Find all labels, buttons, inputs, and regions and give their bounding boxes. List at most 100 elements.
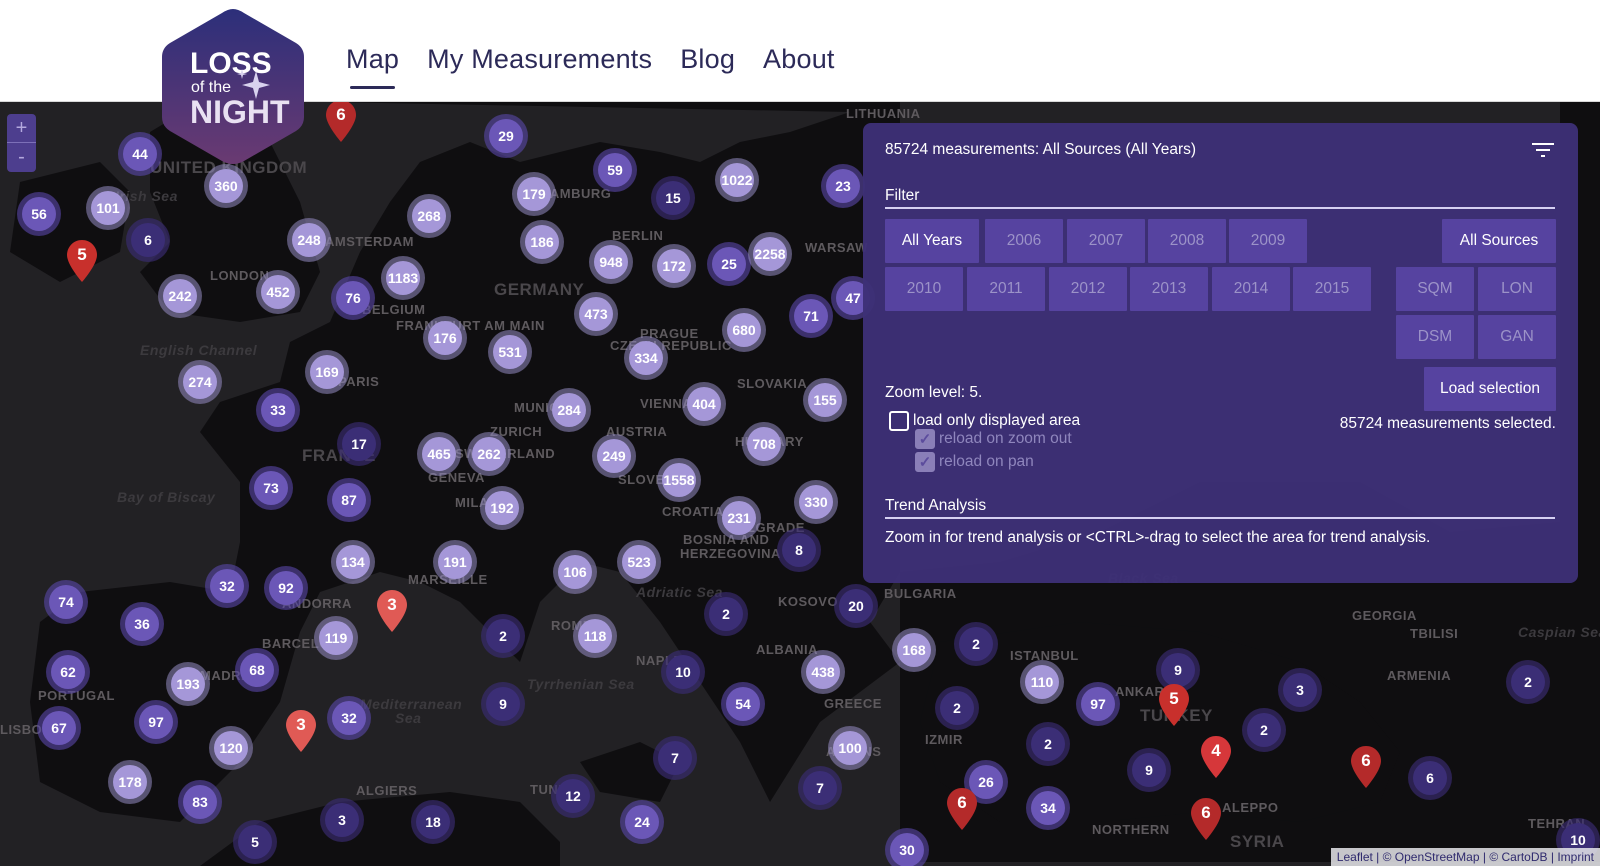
cluster-marker[interactable]: 192 xyxy=(480,486,524,530)
cluster-marker[interactable]: 32 xyxy=(205,564,249,608)
cluster-marker[interactable]: 67 xyxy=(37,706,81,750)
nav-about[interactable]: About xyxy=(763,44,835,75)
cluster-marker[interactable]: 334 xyxy=(624,336,668,380)
cluster-marker[interactable]: 24 xyxy=(620,800,664,844)
cluster-marker[interactable]: 155 xyxy=(803,378,847,422)
cluster-marker[interactable]: 8 xyxy=(777,528,821,572)
cluster-marker[interactable]: 32 xyxy=(327,696,371,740)
cluster-marker[interactable]: 9 xyxy=(1127,748,1171,792)
cluster-marker[interactable]: 2258 xyxy=(748,232,792,276)
cluster-marker[interactable]: 25 xyxy=(707,242,751,286)
cluster-marker[interactable]: 531 xyxy=(488,330,532,374)
measurement-pin[interactable]: 4 xyxy=(1201,736,1231,778)
cluster-marker[interactable]: 248 xyxy=(287,218,331,262)
cluster-marker[interactable]: 284 xyxy=(547,388,591,432)
cluster-marker[interactable]: 465 xyxy=(417,432,461,476)
cluster-marker[interactable]: 708 xyxy=(742,422,786,466)
source-button-dsm[interactable]: DSM xyxy=(1396,315,1474,359)
cartodb-link[interactable]: © CartoDB xyxy=(1489,850,1547,864)
measurement-pin[interactable]: 5 xyxy=(1159,684,1189,726)
cluster-marker[interactable]: 2 xyxy=(1506,660,1550,704)
cluster-marker[interactable]: 6 xyxy=(126,218,170,262)
load-displayed-area-option[interactable]: load only displayed area xyxy=(889,411,1080,431)
cluster-marker[interactable]: 231 xyxy=(717,496,761,540)
cluster-marker[interactable]: 262 xyxy=(467,432,511,476)
cluster-marker[interactable]: 2 xyxy=(1026,722,1070,766)
cluster-marker[interactable]: 680 xyxy=(722,308,766,352)
year-button-2013[interactable]: 2013 xyxy=(1130,267,1208,311)
cluster-marker[interactable]: 1022 xyxy=(715,158,759,202)
cluster-marker[interactable]: 15 xyxy=(651,176,695,220)
cluster-marker[interactable]: 452 xyxy=(256,270,300,314)
cluster-marker[interactable]: 3 xyxy=(1278,668,1322,712)
cluster-marker[interactable]: 23 xyxy=(821,164,865,208)
nav-blog[interactable]: Blog xyxy=(680,44,735,75)
cluster-marker[interactable]: 54 xyxy=(721,682,765,726)
cluster-marker[interactable]: 12 xyxy=(551,774,595,818)
cluster-marker[interactable]: 97 xyxy=(134,700,178,744)
cluster-marker[interactable]: 438 xyxy=(801,650,845,694)
cluster-marker[interactable]: 33 xyxy=(256,388,300,432)
cluster-marker[interactable]: 83 xyxy=(178,780,222,824)
cluster-marker[interactable]: 73 xyxy=(249,466,293,510)
cluster-marker[interactable]: 172 xyxy=(652,244,696,288)
cluster-marker[interactable]: 134 xyxy=(331,540,375,584)
year-button-2012[interactable]: 2012 xyxy=(1049,267,1127,311)
cluster-marker[interactable]: 71 xyxy=(789,294,833,338)
cluster-marker[interactable]: 2 xyxy=(481,614,525,658)
leaflet-link[interactable]: Leaflet xyxy=(1337,850,1373,864)
cluster-marker[interactable]: 7 xyxy=(653,736,697,780)
nav-map[interactable]: Map xyxy=(346,44,399,89)
year-button-2006[interactable]: 2006 xyxy=(985,219,1063,263)
cluster-marker[interactable]: 274 xyxy=(178,360,222,404)
cluster-marker[interactable]: 249 xyxy=(592,434,636,478)
cluster-marker[interactable]: 76 xyxy=(331,276,375,320)
cluster-marker[interactable]: 242 xyxy=(158,274,202,318)
logo[interactable]: LOSS of the NIGHT xyxy=(160,7,306,167)
year-button-2009[interactable]: 2009 xyxy=(1229,219,1307,263)
filter-icon[interactable] xyxy=(1532,142,1554,158)
cluster-marker[interactable]: 59 xyxy=(593,148,637,192)
cluster-marker[interactable]: 9 xyxy=(481,682,525,726)
cluster-marker[interactable]: 17 xyxy=(337,422,381,466)
source-button-gan[interactable]: GAN xyxy=(1478,315,1556,359)
measurement-pin[interactable]: 5 xyxy=(67,240,97,282)
cluster-marker[interactable]: 97 xyxy=(1076,682,1120,726)
cluster-marker[interactable]: 360 xyxy=(204,164,248,208)
measurement-pin[interactable]: 3 xyxy=(286,710,316,752)
year-button-2010[interactable]: 2010 xyxy=(885,267,963,311)
year-button-all[interactable]: All Years xyxy=(885,219,979,263)
cluster-marker[interactable]: 523 xyxy=(617,540,661,584)
zoom-in-button[interactable]: + xyxy=(7,114,36,143)
cluster-marker[interactable]: 106 xyxy=(553,550,597,594)
zoom-out-button[interactable]: - xyxy=(7,143,36,172)
cluster-marker[interactable]: 110 xyxy=(1020,660,1064,704)
cluster-marker[interactable]: 268 xyxy=(407,194,451,238)
cluster-marker[interactable]: 74 xyxy=(44,580,88,624)
measurement-pin[interactable]: 6 xyxy=(326,102,356,142)
nav-my-measurements[interactable]: My Measurements xyxy=(427,44,652,75)
cluster-marker[interactable]: 36 xyxy=(120,602,164,646)
cluster-marker[interactable]: 100 xyxy=(828,726,872,770)
measurement-pin[interactable]: 6 xyxy=(947,788,977,830)
cluster-marker[interactable]: 3 xyxy=(320,798,364,842)
source-button-sqm[interactable]: SQM xyxy=(1396,267,1474,311)
imprint-link[interactable]: Imprint xyxy=(1557,850,1594,864)
cluster-marker[interactable]: 2 xyxy=(935,686,979,730)
cluster-marker[interactable]: 186 xyxy=(520,220,564,264)
year-button-2011[interactable]: 2011 xyxy=(967,267,1045,311)
cluster-marker[interactable]: 119 xyxy=(314,616,358,660)
cluster-marker[interactable]: 178 xyxy=(108,760,152,804)
cluster-marker[interactable]: 34 xyxy=(1026,786,1070,830)
source-button-lon[interactable]: LON xyxy=(1478,267,1556,311)
cluster-marker[interactable]: 120 xyxy=(209,726,253,770)
year-button-2015[interactable]: 2015 xyxy=(1293,267,1371,311)
cluster-marker[interactable]: 101 xyxy=(86,186,130,230)
cluster-marker[interactable]: 169 xyxy=(305,350,349,394)
cluster-marker[interactable]: 330 xyxy=(794,480,838,524)
osm-link[interactable]: © OpenStreetMap xyxy=(1383,850,1480,864)
measurement-pin[interactable]: 6 xyxy=(1351,746,1381,788)
load-displayed-area-checkbox[interactable] xyxy=(889,411,909,431)
cluster-marker[interactable]: 191 xyxy=(433,540,477,584)
cluster-marker[interactable]: 56 xyxy=(17,192,61,236)
